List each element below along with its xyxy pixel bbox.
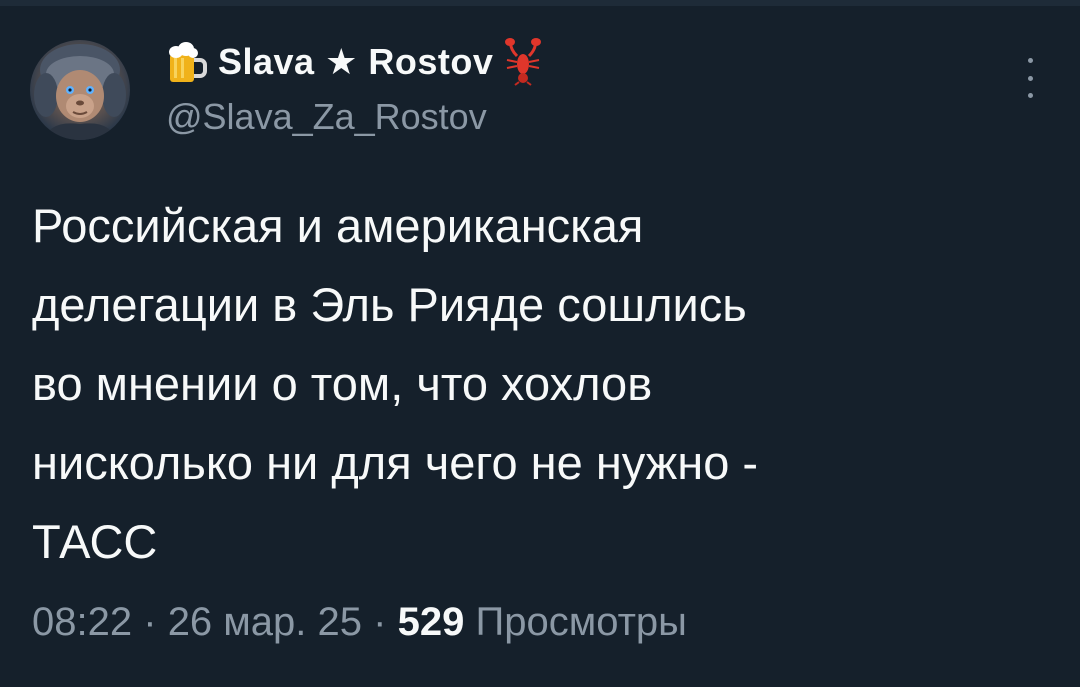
top-divider <box>0 0 1080 6</box>
beer-mug-icon <box>169 42 207 82</box>
more-dot <box>1027 58 1033 63</box>
avatar[interactable] <box>30 40 130 140</box>
more-dot <box>1027 93 1033 98</box>
views-count[interactable]: 529 <box>398 600 465 644</box>
meta-separator: · <box>143 600 157 644</box>
more-options-icon[interactable] <box>1018 58 1042 98</box>
more-dot <box>1027 75 1033 81</box>
lobster-icon <box>505 38 542 86</box>
tweet-text: Российская и американская делегации в Эл… <box>32 199 759 568</box>
author-display-name: Slava ★ Rostov <box>218 41 494 82</box>
author-handle[interactable]: @Slava_Za_Rostov <box>166 96 487 138</box>
tweet-time[interactable]: 08:22 <box>32 600 132 644</box>
views-label: Просмотры <box>475 600 687 644</box>
tweet-date[interactable]: 26 мар. 25 <box>168 600 362 644</box>
author-name-row[interactable]: Slava ★ Rostov <box>166 34 543 90</box>
avatar-image <box>34 44 126 140</box>
meta-separator: · <box>373 600 387 644</box>
tweet-meta: 08:22 · 26 мар. 25 · 529 Просмотры <box>32 600 687 645</box>
